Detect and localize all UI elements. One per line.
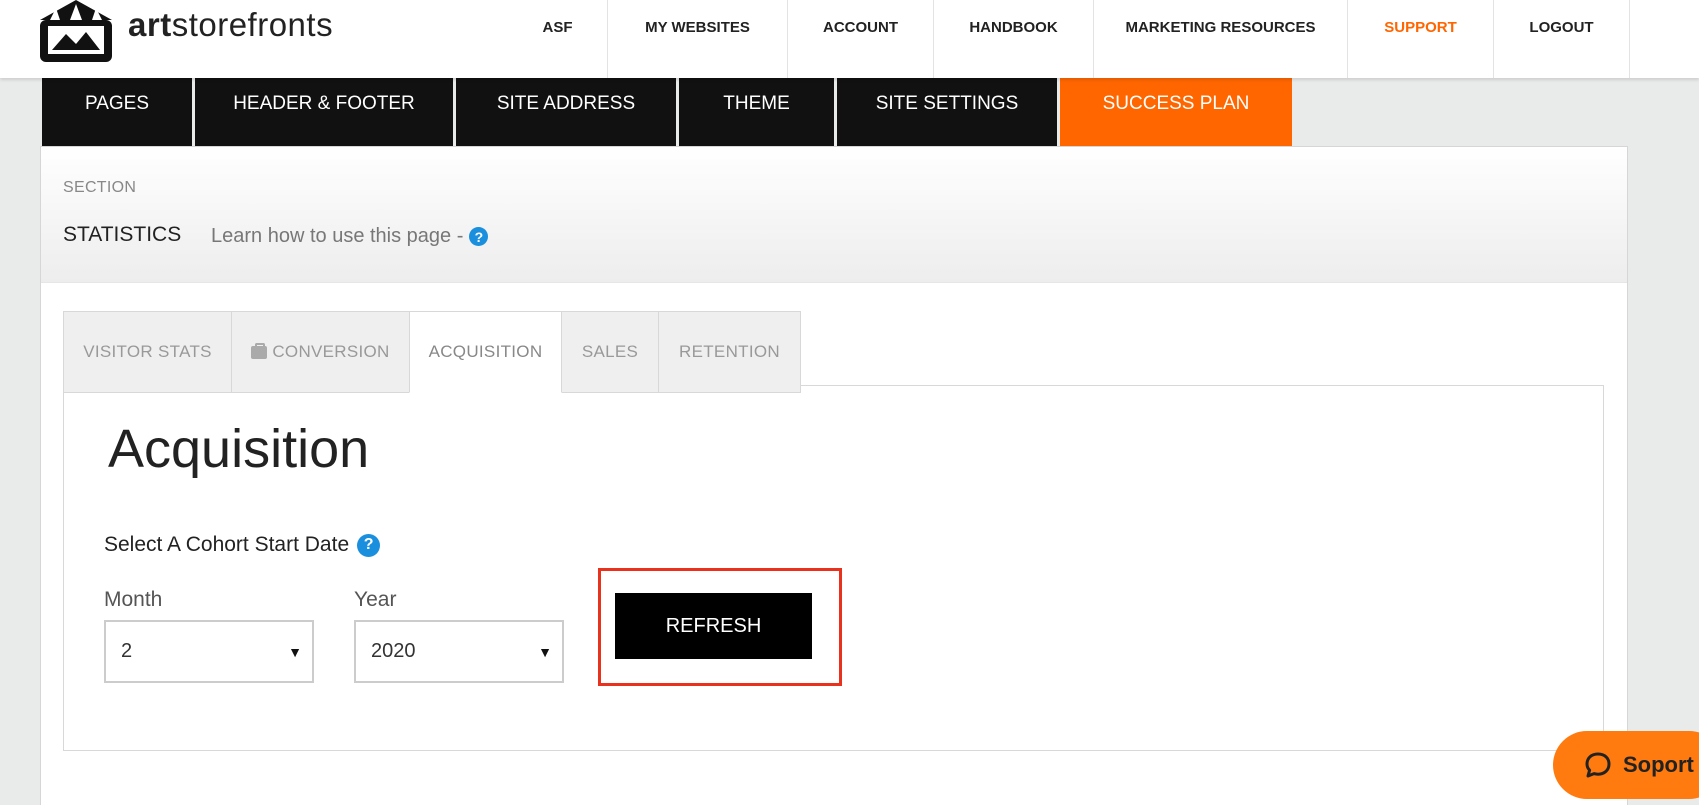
tab-retention[interactable]: RETENTION <box>658 311 801 393</box>
year-label: Year <box>354 588 397 611</box>
tab-sales[interactable]: SALES <box>561 311 659 393</box>
caret-down-icon: ▼ <box>538 644 552 660</box>
page-title: Acquisition <box>108 419 370 479</box>
brand-name[interactable]: artstorefronts <box>128 6 333 44</box>
storefront-logo-icon[interactable] <box>36 0 116 62</box>
chat-bubble-icon <box>1585 752 1611 778</box>
section-title: STATISTICS <box>63 223 182 246</box>
cohort-label: Select A Cohort Start Date <box>104 533 350 556</box>
learn-text: Learn how to use this page - <box>211 225 464 247</box>
nav-support[interactable]: SUPPORT <box>1348 0 1494 78</box>
tab-conversion[interactable]: CONVERSION <box>231 311 410 393</box>
chat-label: Soport <box>1623 752 1694 777</box>
tab-success-plan[interactable]: SUCCESS PLAN <box>1060 78 1292 146</box>
month-value: 2 <box>121 640 133 662</box>
nav-logout[interactable]: LOGOUT <box>1494 0 1630 78</box>
caret-down-icon: ▼ <box>288 644 302 660</box>
month-select[interactable]: 2 ▼ <box>104 620 314 683</box>
tab-header-footer[interactable]: HEADER & FOOTER <box>195 78 453 146</box>
section-label: SECTION <box>63 179 137 196</box>
cohort-heading: Select A Cohort Start Date ? <box>104 533 381 557</box>
question-circle-icon[interactable]: ? <box>469 227 489 246</box>
tab-conversion-label: CONVERSION <box>272 342 390 361</box>
tab-acquisition[interactable]: ACQUISITION <box>409 311 562 393</box>
learn-link[interactable]: Learn how to use this page - ? <box>211 225 489 248</box>
nav-marketing-resources[interactable]: MARKETING RESOURCES <box>1094 0 1348 78</box>
year-select[interactable]: 2020 ▼ <box>354 620 564 683</box>
tab-visitor-stats[interactable]: VISITOR STATS <box>63 311 232 393</box>
tab-theme[interactable]: THEME <box>679 78 834 146</box>
briefcase-icon <box>251 342 268 359</box>
chat-widget-button[interactable]: Soport <box>1553 731 1699 799</box>
nav-asf[interactable]: ASF <box>508 0 608 78</box>
month-label: Month <box>104 588 163 611</box>
refresh-button[interactable]: REFRESH <box>615 593 812 659</box>
tab-site-settings[interactable]: SITE SETTINGS <box>837 78 1057 146</box>
question-circle-icon[interactable]: ? <box>357 533 381 557</box>
year-value: 2020 <box>371 640 416 662</box>
nav-handbook[interactable]: HANDBOOK <box>934 0 1094 78</box>
panel-header: SECTION STATISTICS Learn how to use this… <box>41 147 1627 283</box>
top-header: artstorefronts ASF MY WEBSITES ACCOUNT H… <box>0 0 1699 78</box>
nav-account[interactable]: ACCOUNT <box>788 0 934 78</box>
nav-my-websites[interactable]: MY WEBSITES <box>608 0 788 78</box>
tab-pages[interactable]: PAGES <box>42 78 192 146</box>
tab-site-address[interactable]: SITE ADDRESS <box>456 78 676 146</box>
